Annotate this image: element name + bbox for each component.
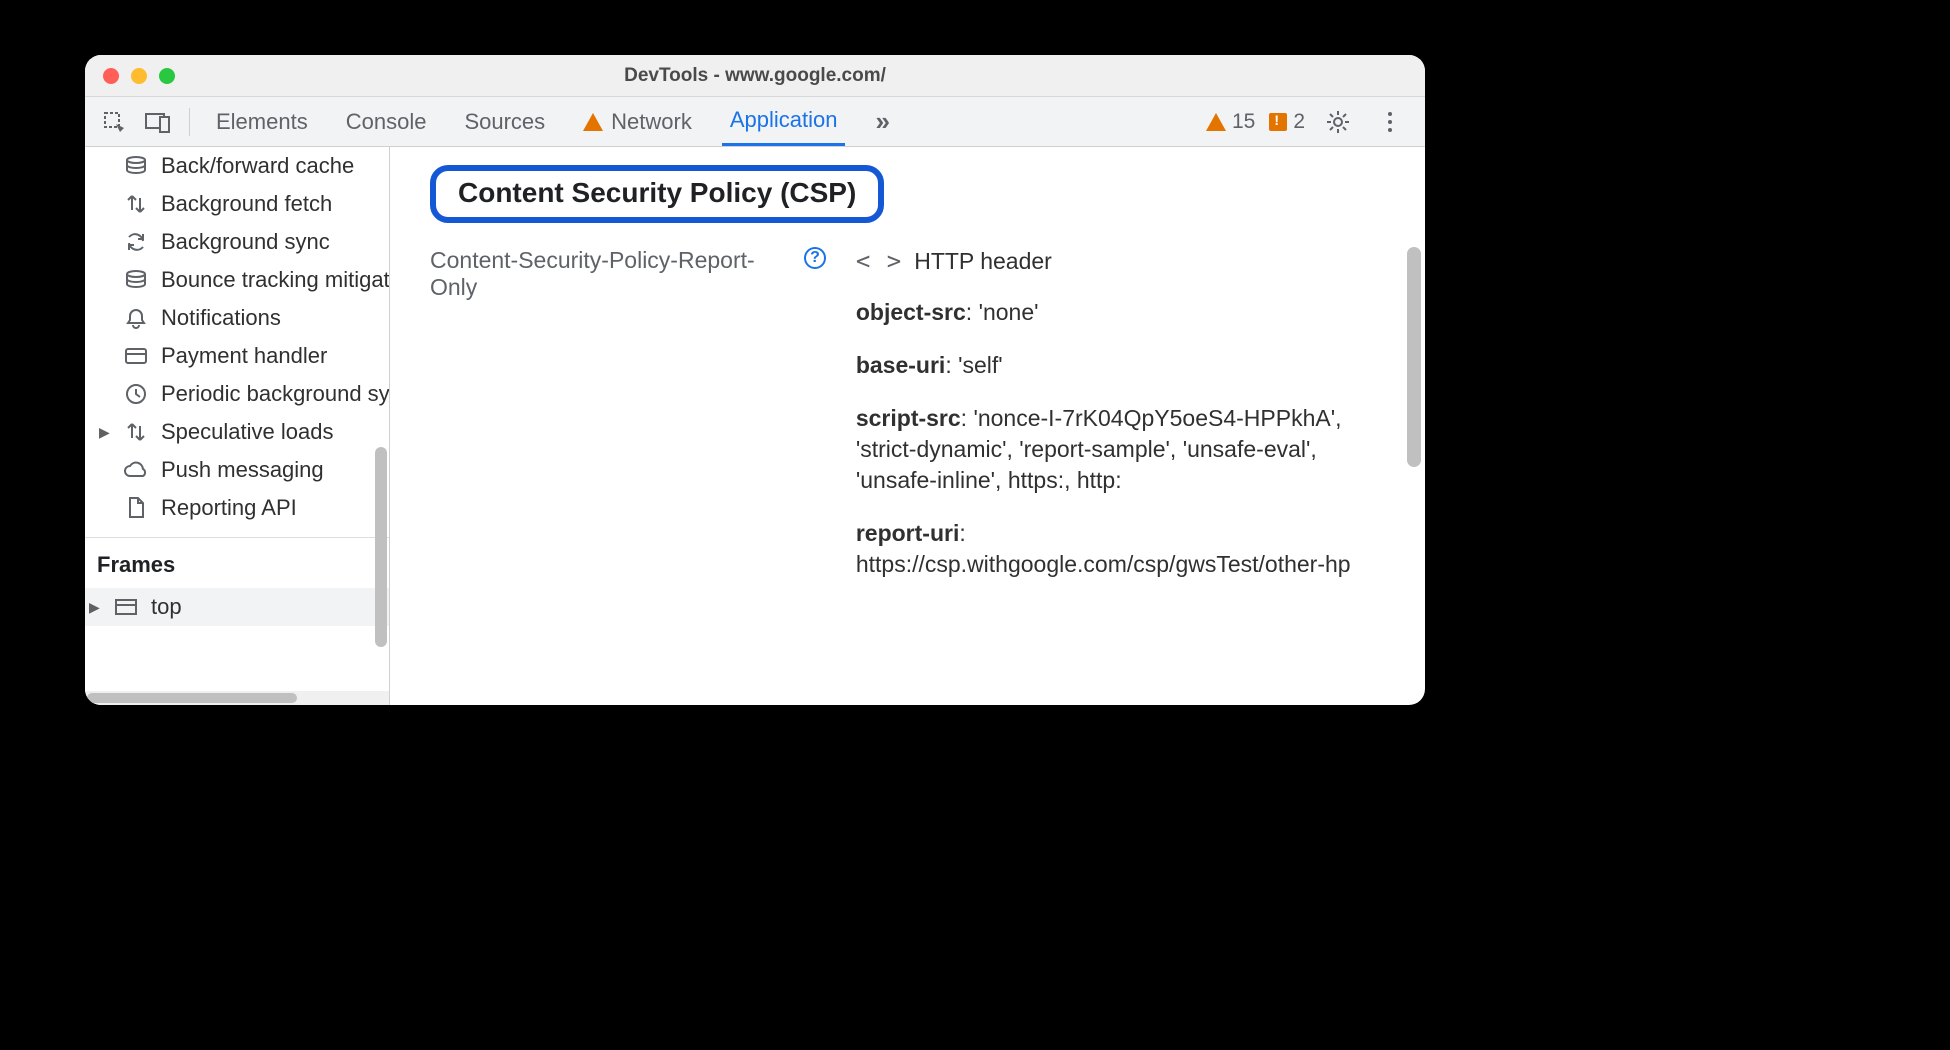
sidebar-item-label: Speculative loads bbox=[161, 419, 333, 445]
clock-icon bbox=[123, 381, 149, 407]
sidebar-item-label: Push messaging bbox=[161, 457, 324, 483]
sidebar-item-background-fetch[interactable]: Background fetch bbox=[85, 185, 389, 223]
devtools-tabstrip: Elements Console Sources Network Applica… bbox=[85, 97, 1425, 147]
database-icon bbox=[123, 267, 149, 293]
csp-source-label: HTTP header bbox=[914, 248, 1052, 275]
window-icon bbox=[113, 594, 139, 620]
window-minimize-button[interactable] bbox=[131, 68, 147, 84]
csp-heading-highlight: Content Security Policy (CSP) bbox=[430, 165, 884, 223]
devtools-window: DevTools - www.google.com/ Elements Cons… bbox=[85, 55, 1425, 705]
file-icon bbox=[123, 495, 149, 521]
warning-triangle-icon bbox=[1206, 113, 1226, 131]
sidebar-item-label: Bounce tracking mitigation bbox=[161, 267, 389, 293]
help-icon[interactable]: ? bbox=[804, 247, 826, 269]
window-title: DevTools - www.google.com/ bbox=[85, 65, 1425, 87]
settings-gear-icon[interactable] bbox=[1319, 103, 1357, 141]
csp-directive-value: https://csp.withgoogle.com/csp/gwsTest/o… bbox=[856, 551, 1351, 577]
sidebar-item-payment-handler[interactable]: Payment handler bbox=[85, 337, 389, 375]
sidebar-item-notifications[interactable]: Notifications bbox=[85, 299, 389, 337]
csp-directive-name: script-src bbox=[856, 405, 961, 431]
database-icon bbox=[123, 153, 149, 179]
csp-directive: script-src: 'nonce-I-7rK04QpY5oeS4-HPPkh… bbox=[856, 403, 1385, 496]
warning-triangle-icon bbox=[583, 113, 603, 131]
sidebar-item-reporting-api[interactable]: Reporting API bbox=[85, 489, 389, 527]
toolbar-separator bbox=[189, 108, 190, 136]
sidebar-frame-top[interactable]: ▶ top bbox=[85, 588, 389, 626]
application-sidebar: Back/forward cache Background fetch Back… bbox=[85, 147, 390, 705]
caret-right-icon: ▶ bbox=[89, 599, 99, 616]
tab-application[interactable]: Application bbox=[722, 97, 846, 146]
code-brackets-icon: < > bbox=[856, 247, 902, 275]
issue-square-icon bbox=[1269, 113, 1287, 131]
tab-console[interactable]: Console bbox=[338, 97, 435, 146]
csp-directive: report-uri: https://csp.withgoogle.com/c… bbox=[856, 518, 1385, 580]
csp-policy-name: Content-Security-Policy-Report-Only bbox=[430, 247, 794, 301]
sidebar-item-label: Background fetch bbox=[161, 191, 332, 217]
device-toolbar-icon[interactable] bbox=[139, 103, 177, 141]
sync-arrows-icon bbox=[123, 419, 149, 445]
csp-directive-name: report-uri bbox=[856, 520, 960, 546]
inspect-element-icon[interactable] bbox=[95, 103, 133, 141]
bell-icon bbox=[123, 305, 149, 331]
sidebar-item-periodic-sync[interactable]: Periodic background sync bbox=[85, 375, 389, 413]
sync-arrows-icon bbox=[123, 191, 149, 217]
main-content-pane: Content Security Policy (CSP) Content-Se… bbox=[390, 147, 1425, 705]
cloud-icon bbox=[123, 457, 149, 483]
tab-sources[interactable]: Sources bbox=[456, 97, 553, 146]
credit-card-icon bbox=[123, 343, 149, 369]
sidebar-vertical-scrollbar[interactable] bbox=[375, 447, 387, 647]
sidebar-section-frames: Frames bbox=[85, 537, 389, 588]
sidebar-frame-label: top bbox=[151, 594, 182, 620]
window-close-button[interactable] bbox=[103, 68, 119, 84]
sidebar-item-label: Background sync bbox=[161, 229, 330, 255]
csp-directive-value: 'self' bbox=[958, 352, 1003, 378]
csp-directive-name: object-src bbox=[856, 299, 966, 325]
issues-count: 2 bbox=[1293, 110, 1305, 134]
sidebar-item-background-sync[interactable]: Background sync bbox=[85, 223, 389, 261]
sidebar-item-bounce-tracking[interactable]: Bounce tracking mitigation bbox=[85, 261, 389, 299]
sidebar-item-label: Payment handler bbox=[161, 343, 327, 369]
csp-heading: Content Security Policy (CSP) bbox=[458, 177, 856, 209]
sidebar-item-label: Notifications bbox=[161, 305, 281, 331]
sidebar-item-label: Reporting API bbox=[161, 495, 297, 521]
sidebar-item-speculative-loads[interactable]: ▶ Speculative loads bbox=[85, 413, 389, 451]
sidebar-item-label: Back/forward cache bbox=[161, 153, 354, 179]
tabs-overflow-button[interactable]: » bbox=[867, 97, 897, 146]
main-vertical-scrollbar[interactable] bbox=[1407, 247, 1421, 467]
caret-right-icon: ▶ bbox=[99, 424, 109, 441]
sidebar-item-label: Periodic background sync bbox=[161, 381, 389, 407]
window-zoom-button[interactable] bbox=[159, 68, 175, 84]
tab-network[interactable]: Network bbox=[575, 97, 700, 146]
csp-directive-value: 'none' bbox=[979, 299, 1039, 325]
csp-directive-name: base-uri bbox=[856, 352, 945, 378]
sidebar-item-bfcache[interactable]: Back/forward cache bbox=[85, 147, 389, 185]
warnings-counter[interactable]: 15 bbox=[1206, 110, 1255, 134]
csp-directive: base-uri: 'self' bbox=[856, 350, 1385, 381]
titlebar: DevTools - www.google.com/ bbox=[85, 55, 1425, 97]
more-menu-icon[interactable] bbox=[1371, 103, 1409, 141]
issues-counter[interactable]: 2 bbox=[1269, 110, 1305, 134]
tab-network-label: Network bbox=[611, 109, 692, 135]
sidebar-item-push-messaging[interactable]: Push messaging bbox=[85, 451, 389, 489]
warnings-count: 15 bbox=[1232, 110, 1255, 134]
refresh-icon bbox=[123, 229, 149, 255]
sidebar-horizontal-scrollbar[interactable] bbox=[85, 691, 389, 705]
csp-directive: object-src: 'none' bbox=[856, 297, 1385, 328]
tab-elements[interactable]: Elements bbox=[208, 97, 316, 146]
